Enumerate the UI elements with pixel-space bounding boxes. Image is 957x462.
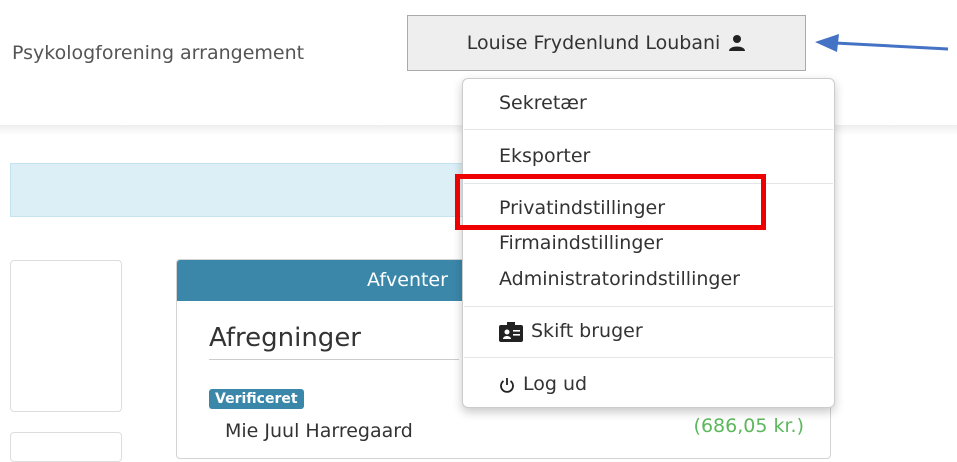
company-name: Psykologforening arrangement — [12, 42, 305, 64]
menu-item-firmaindstillinger[interactable]: Firmaindstillinger — [463, 225, 834, 261]
user-menu-button[interactable]: Louise Frydenlund Loubani — [407, 15, 806, 71]
switch-user-icon — [499, 321, 523, 342]
settlement-amount: (686,05 kr.) — [693, 415, 804, 437]
menu-item-log-ud[interactable]: Log ud — [463, 366, 834, 402]
power-icon — [500, 377, 514, 393]
menu-item-administratorindstillinger[interactable]: Administratorindstillinger — [463, 261, 834, 297]
user-icon — [729, 35, 746, 51]
status-badge: Verificeret — [209, 389, 304, 409]
menu-item-label: Eksporter — [499, 145, 591, 167]
top-cropped-text — [0, 0, 957, 10]
menu-item-label: Firmaindstillinger — [499, 232, 663, 254]
info-banner — [10, 163, 490, 217]
card-title-underline — [209, 359, 459, 360]
menu-item-sekretaer[interactable]: Sekretær — [463, 85, 834, 121]
user-dropdown-menu: Sekretær Eksporter Privatindstillinger F… — [462, 78, 835, 408]
side-panel — [10, 260, 122, 412]
person-name[interactable]: Mie Juul Harregaard — [225, 420, 413, 442]
menu-item-skift-bruger[interactable]: Skift bruger — [463, 313, 834, 349]
menu-item-eksporter[interactable]: Eksporter — [463, 138, 834, 174]
menu-item-label: Log ud — [523, 373, 588, 395]
menu-divider — [464, 306, 833, 307]
menu-item-label: Sekretær — [499, 92, 587, 114]
menu-item-label: Skift bruger — [531, 320, 643, 342]
menu-divider — [464, 357, 833, 358]
card-title: Afregninger — [209, 323, 362, 353]
side-panel-lower — [10, 432, 122, 462]
menu-divider — [464, 129, 833, 130]
menu-item-label: Administratorindstillinger — [499, 268, 740, 290]
user-name-label: Louise Frydenlund Loubani — [466, 32, 721, 54]
annotation-arrow — [815, 34, 949, 52]
highlight-annotation — [455, 174, 766, 230]
